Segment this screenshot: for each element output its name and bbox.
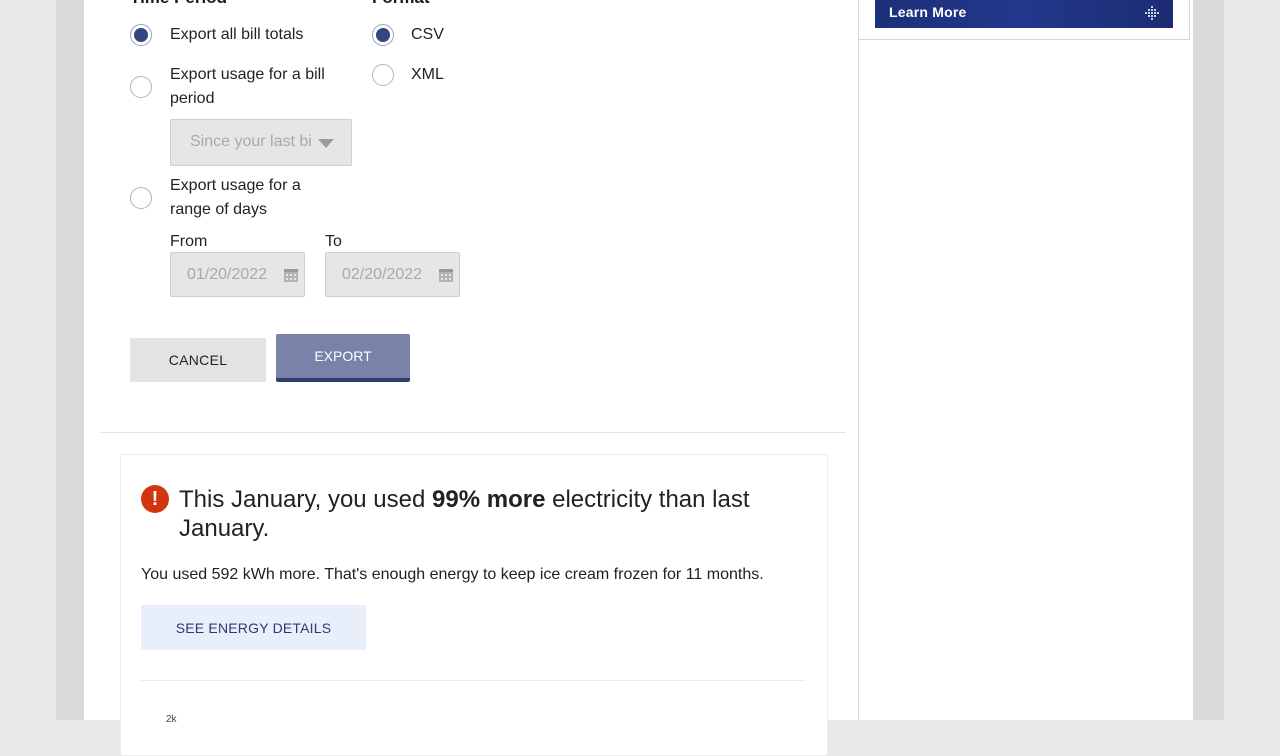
time-period-heading: Time Period bbox=[130, 0, 227, 8]
label-all-bill-totals[interactable]: Export all bill totals bbox=[170, 23, 350, 47]
label-csv[interactable]: CSV bbox=[411, 23, 444, 47]
insight-headline: This January, you used 99% more electric… bbox=[179, 485, 799, 543]
see-energy-details-button[interactable]: SEE ENERGY DETAILS bbox=[141, 605, 366, 650]
label-bill-period[interactable]: Export usage for a bill period bbox=[170, 63, 342, 111]
from-date-input[interactable]: 01/20/2022 bbox=[170, 252, 305, 297]
to-label: To bbox=[325, 233, 342, 250]
from-date-value: 01/20/2022 bbox=[187, 266, 268, 283]
headline-bold: 99% more bbox=[432, 486, 546, 513]
to-date-input[interactable]: 02/20/2022 bbox=[325, 252, 460, 297]
ad-learn-more-label[interactable]: Learn More bbox=[889, 4, 966, 20]
caret-down-icon bbox=[318, 139, 334, 148]
alert-icon: ! bbox=[141, 485, 169, 513]
from-label: From bbox=[170, 233, 208, 250]
calendar-icon[interactable] bbox=[438, 267, 454, 283]
radio-xml[interactable] bbox=[372, 64, 394, 86]
format-heading: Format bbox=[372, 0, 430, 8]
card-divider bbox=[141, 680, 805, 681]
right-sidebar bbox=[858, 0, 1190, 720]
radio-all-bill-totals[interactable] bbox=[130, 24, 152, 46]
label-range-of-days[interactable]: Export usage for a range of days bbox=[170, 174, 330, 222]
radio-csv[interactable] bbox=[372, 24, 394, 46]
label-xml[interactable]: XML bbox=[411, 63, 444, 87]
ad-banner[interactable]: Learn More bbox=[875, 0, 1173, 28]
section-divider bbox=[100, 432, 846, 433]
bill-period-select-value: Since your last bi bbox=[190, 133, 312, 150]
radio-range-of-days[interactable] bbox=[130, 187, 152, 209]
to-date-value: 02/20/2022 bbox=[342, 266, 423, 283]
headline-pre: This January, you used bbox=[179, 486, 433, 513]
insight-body: You used 592 kWh more. That's enough ene… bbox=[141, 566, 764, 583]
radio-bill-period[interactable] bbox=[130, 76, 152, 98]
arrow-right-icon bbox=[1145, 6, 1159, 20]
export-button[interactable]: EXPORT bbox=[276, 334, 410, 382]
bill-period-select[interactable]: Since your last bi bbox=[170, 119, 352, 166]
cancel-button[interactable]: CANCEL bbox=[130, 338, 266, 382]
calendar-icon[interactable] bbox=[283, 267, 299, 283]
